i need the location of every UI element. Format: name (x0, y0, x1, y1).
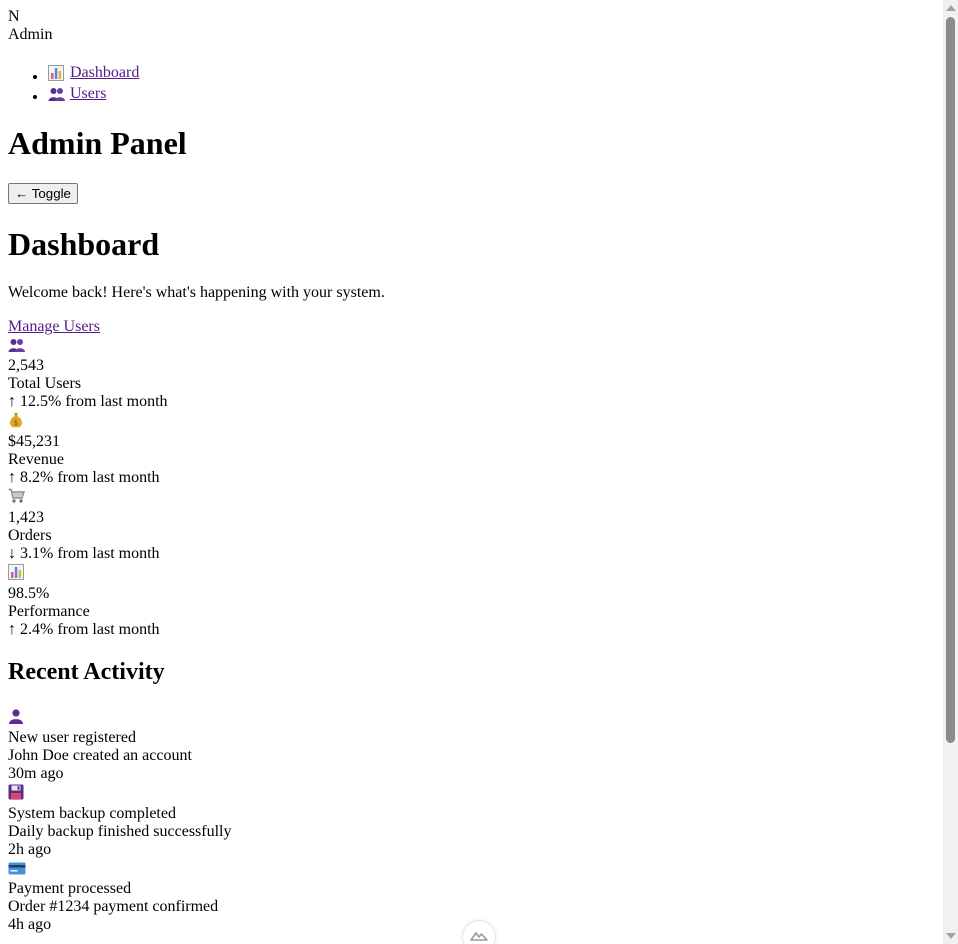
activity-title: Payment processed (8, 880, 132, 897)
scrollbar-thumb[interactable] (946, 17, 955, 743)
sidebar-item-dashboard: Dashboard (48, 62, 938, 83)
user-icon (8, 706, 28, 725)
credit-card-icon (8, 859, 28, 878)
activity-item: New user registered John Doe created an … (8, 706, 938, 783)
stat-change: ↑ 8.2% from last month (8, 469, 160, 486)
stat-value: 98.5% (8, 585, 50, 602)
sidebar-item-label: Dashboard (70, 64, 140, 81)
users-icon (8, 336, 28, 354)
stat-card-performance: 98.5% Performance ↑ 2.4% from last month (8, 563, 938, 639)
stat-card-revenue: $ $45,231 Revenue ↑ 8.2% from last month (8, 411, 938, 487)
floppy-disk-icon (8, 783, 28, 802)
bar-chart-icon (48, 64, 68, 82)
stat-value: $45,231 (8, 433, 60, 450)
activity-detail: John Doe created an account (8, 746, 192, 764)
stat-change: ↑ 2.4% from last month (8, 621, 160, 638)
stat-label: Revenue (8, 451, 64, 468)
stat-card-orders: 1,423 Orders ↓ 3.1% from last month (8, 487, 938, 563)
vertical-scrollbar[interactable] (943, 0, 958, 944)
brand-name: Admin (8, 26, 53, 43)
logo-letter: N (8, 8, 20, 25)
sidebar: N Admin Dashboard (8, 8, 938, 104)
main-content: Dashboard Welcome back! Here's what's ha… (8, 226, 938, 934)
sidebar-link-users[interactable]: Users (48, 83, 106, 104)
mountain-logo-icon (470, 928, 488, 944)
activity-title: System backup completed (8, 805, 176, 822)
scroll-up-arrow-icon[interactable] (946, 5, 956, 11)
stat-value: 2,543 (8, 357, 44, 374)
sidebar-link-dashboard[interactable]: Dashboard (48, 62, 139, 83)
activity-title: New user registered (8, 728, 136, 746)
svg-text:$: $ (14, 419, 18, 427)
scroll-down-arrow-icon[interactable] (946, 933, 956, 939)
stat-label: Total Users (8, 375, 82, 392)
sidebar-toggle-button[interactable]: ← Toggle (8, 183, 78, 204)
stat-label: Orders (8, 527, 52, 544)
activity-time: 2h ago (8, 841, 52, 858)
money-bag-icon: $ (8, 411, 28, 429)
activity-detail: Order #1234 payment confirmed (8, 898, 219, 915)
shopping-cart-icon (8, 487, 28, 505)
activity-detail: Daily backup finished successfully (8, 823, 232, 840)
users-icon (48, 85, 68, 103)
manage-users-link[interactable]: Manage Users (8, 318, 100, 336)
stat-card-total-users: 2,543 Total Users ↑ 12.5% from last mont… (8, 336, 938, 411)
page: N Admin Dashboard (8, 8, 938, 934)
recent-activity-list: New user registered John Doe created an … (8, 706, 938, 934)
page-title: Dashboard (8, 226, 160, 262)
sidebar-nav: Dashboard Users (8, 62, 938, 104)
stat-value: 1,423 (8, 509, 44, 526)
sidebar-item-users: Users (48, 83, 938, 104)
header: Admin Panel ← Toggle (8, 125, 938, 204)
activity-item: System backup completed Daily backup fin… (8, 783, 938, 860)
activity-time: 30m ago (8, 764, 64, 782)
page-header-title: Admin Panel (8, 125, 187, 161)
stat-change: ↑ 12.5% from last month (8, 393, 168, 410)
stat-change: ↓ 3.1% from last month (8, 545, 160, 562)
welcome-text: Welcome back! Here's what's happening wi… (8, 284, 385, 301)
stat-label: Performance (8, 603, 90, 620)
bar-chart-icon (8, 563, 28, 581)
sidebar-item-label: Users (70, 85, 107, 102)
recent-activity-title: Recent Activity (8, 659, 165, 685)
stats-grid: 2,543 Total Users ↑ 12.5% from last mont… (8, 336, 938, 639)
